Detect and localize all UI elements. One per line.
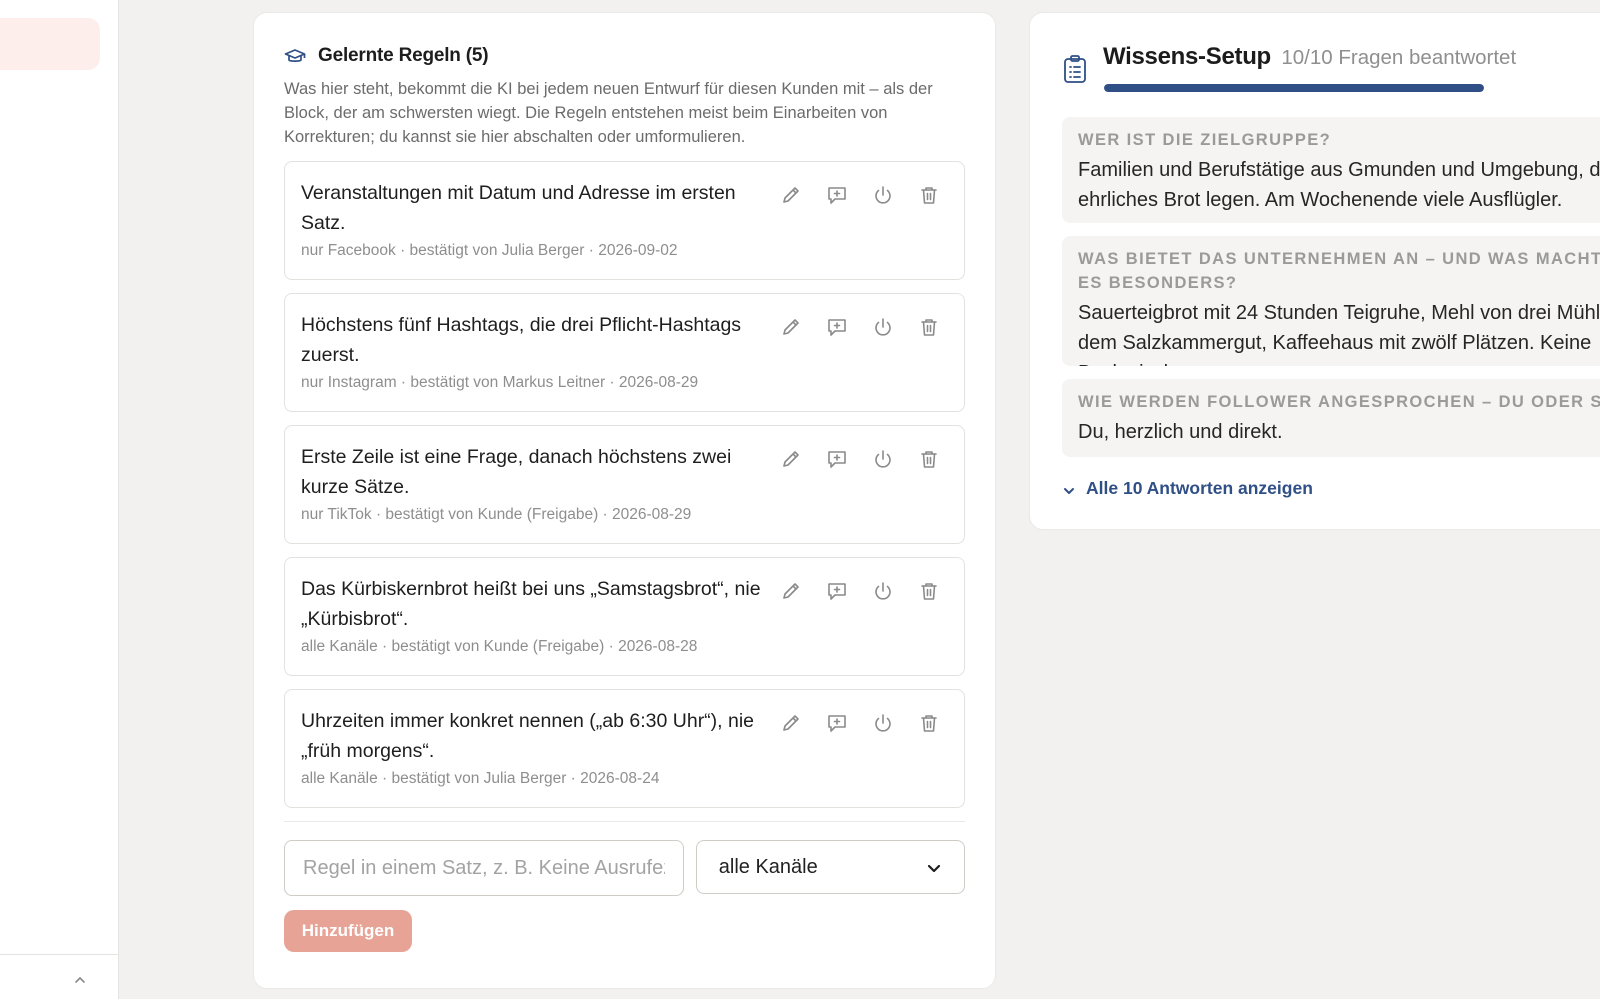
sidebar-footer bbox=[0, 954, 119, 999]
knowledge-setup-card: Wissens-Setup 10/10 Fragen beantwortet W… bbox=[1029, 12, 1600, 530]
power-icon[interactable] bbox=[872, 184, 894, 206]
power-icon[interactable] bbox=[872, 448, 894, 470]
qa-question: WER IST DIE ZIELGRUPPE? bbox=[1078, 131, 1332, 149]
rule-text: Höchstens fünf Hashtags, die drei Pflich… bbox=[301, 314, 742, 366]
sidebar bbox=[0, 0, 119, 999]
qa-item: WAS BIETET DAS UNTERNEHMEN AN – UND WAS … bbox=[1062, 236, 1600, 366]
channel-select-value: alle Kanäle bbox=[718, 855, 818, 878]
setup-progress-bar bbox=[1104, 84, 1484, 92]
rule-text: Uhrzeiten immer konkret nennen („ab 6:30… bbox=[301, 710, 755, 762]
rule-input[interactable] bbox=[284, 840, 684, 896]
comment-plus-icon[interactable] bbox=[826, 580, 848, 602]
rules-title: Gelernte Regeln (5) bbox=[318, 45, 489, 66]
rules-description: Was hier steht, bekommt die KI bei jedem… bbox=[284, 80, 933, 146]
comment-plus-icon[interactable] bbox=[826, 184, 848, 206]
trash-icon[interactable] bbox=[918, 184, 940, 206]
rule-actions bbox=[780, 712, 940, 734]
pencil-icon[interactable] bbox=[780, 316, 802, 338]
qa-answer-text: Familien und Berufstätige aus Gmunden un… bbox=[1078, 159, 1600, 211]
rules-header: Gelernte Regeln (5) bbox=[284, 44, 965, 68]
rule-meta: alle Kanäle · bestätigt von Julia Berger… bbox=[301, 770, 660, 787]
rule-text: Erste Zeile ist eine Frage, danach höchs… bbox=[301, 446, 732, 498]
clipboard-list-icon bbox=[1062, 54, 1088, 84]
setup-progress-fill bbox=[1104, 84, 1484, 92]
rule-item: Erste Zeile ist eine Frage, danach höchs… bbox=[284, 425, 965, 544]
graduation-cap-icon bbox=[284, 47, 306, 65]
qa-answer-text: Sauerteigbrot mit 24 Stunden Teigruhe, M… bbox=[1078, 302, 1600, 366]
chevron-down-icon bbox=[1062, 482, 1076, 496]
channel-select[interactable]: alle Kanäle bbox=[695, 840, 965, 894]
rule-actions bbox=[780, 448, 940, 470]
pencil-icon[interactable] bbox=[780, 184, 802, 206]
power-icon[interactable] bbox=[872, 316, 894, 338]
trash-icon[interactable] bbox=[918, 712, 940, 734]
rule-text: Das Kürbiskernbrot heißt bei uns „Samsta… bbox=[301, 578, 761, 630]
rule-actions bbox=[780, 580, 940, 602]
rule-meta: nur Facebook · bestätigt von Julia Berge… bbox=[301, 242, 678, 259]
setup-header: Wissens-Setup 10/10 Fragen beantwortet bbox=[1103, 43, 1516, 71]
chevron-up-icon[interactable] bbox=[72, 973, 88, 985]
rule-text: Veranstaltungen mit Datum und Adresse im… bbox=[301, 182, 736, 234]
qa-answer: Familien und Berufstätige aus Gmunden un… bbox=[1078, 155, 1600, 215]
power-icon[interactable] bbox=[872, 712, 894, 734]
rule-meta: nur TikTok · bestätigt von Kunde (Freiga… bbox=[301, 506, 692, 523]
rule-meta: nur Instagram · bestätigt von Markus Lei… bbox=[301, 374, 699, 391]
qa-answer: Du, herzlich und direkt. bbox=[1078, 421, 1283, 443]
rule-actions bbox=[780, 316, 940, 338]
rule-actions bbox=[780, 184, 940, 206]
sidebar-active-item[interactable] bbox=[0, 18, 100, 70]
trash-icon[interactable] bbox=[918, 448, 940, 470]
add-rule-row: alle Kanäle bbox=[284, 840, 965, 896]
trash-icon[interactable] bbox=[918, 580, 940, 602]
qa-item: WER IST DIE ZIELGRUPPE? Familien und Ber… bbox=[1062, 117, 1600, 223]
show-all-answers-label: Alle 10 Antworten anzeigen bbox=[1086, 478, 1313, 498]
trash-icon[interactable] bbox=[918, 316, 940, 338]
setup-title: Wissens-Setup bbox=[1103, 43, 1271, 70]
show-all-answers-link[interactable]: Alle 10 Antworten anzeigen bbox=[1062, 478, 1313, 499]
rule-meta: alle Kanäle · bestätigt von Kunde (Freig… bbox=[301, 638, 698, 655]
qa-item: WIE WERDEN FOLLOWER ANGESPROCHEN – DU OD… bbox=[1062, 379, 1600, 457]
comment-plus-icon[interactable] bbox=[826, 712, 848, 734]
chevron-down-icon bbox=[926, 859, 942, 875]
rule-item: Veranstaltungen mit Datum und Adresse im… bbox=[284, 161, 965, 280]
qa-question: WIE WERDEN FOLLOWER ANGESPROCHEN – DU OD… bbox=[1078, 393, 1600, 411]
pencil-icon[interactable] bbox=[780, 580, 802, 602]
pencil-icon[interactable] bbox=[780, 448, 802, 470]
rules-card: Gelernte Regeln (5) Was hier steht, beko… bbox=[253, 12, 996, 989]
rule-item: Uhrzeiten immer konkret nennen („ab 6:30… bbox=[284, 689, 965, 808]
qa-question: WAS BIETET DAS UNTERNEHMEN AN – UND WAS … bbox=[1078, 250, 1600, 292]
comment-plus-icon[interactable] bbox=[826, 448, 848, 470]
qa-answer: Sauerteigbrot mit 24 Stunden Teigruhe, M… bbox=[1078, 298, 1600, 366]
divider bbox=[284, 821, 965, 822]
pencil-icon[interactable] bbox=[780, 712, 802, 734]
comment-plus-icon[interactable] bbox=[826, 316, 848, 338]
setup-progress-text: 10/10 Fragen beantwortet bbox=[1281, 46, 1517, 69]
rule-item: Das Kürbiskernbrot heißt bei uns „Samsta… bbox=[284, 557, 965, 676]
power-icon[interactable] bbox=[872, 580, 894, 602]
add-rule-button[interactable]: Hinzufügen bbox=[284, 910, 412, 952]
rule-list: Veranstaltungen mit Datum und Adresse im… bbox=[284, 161, 965, 808]
rule-item: Höchstens fünf Hashtags, die drei Pflich… bbox=[284, 293, 965, 412]
